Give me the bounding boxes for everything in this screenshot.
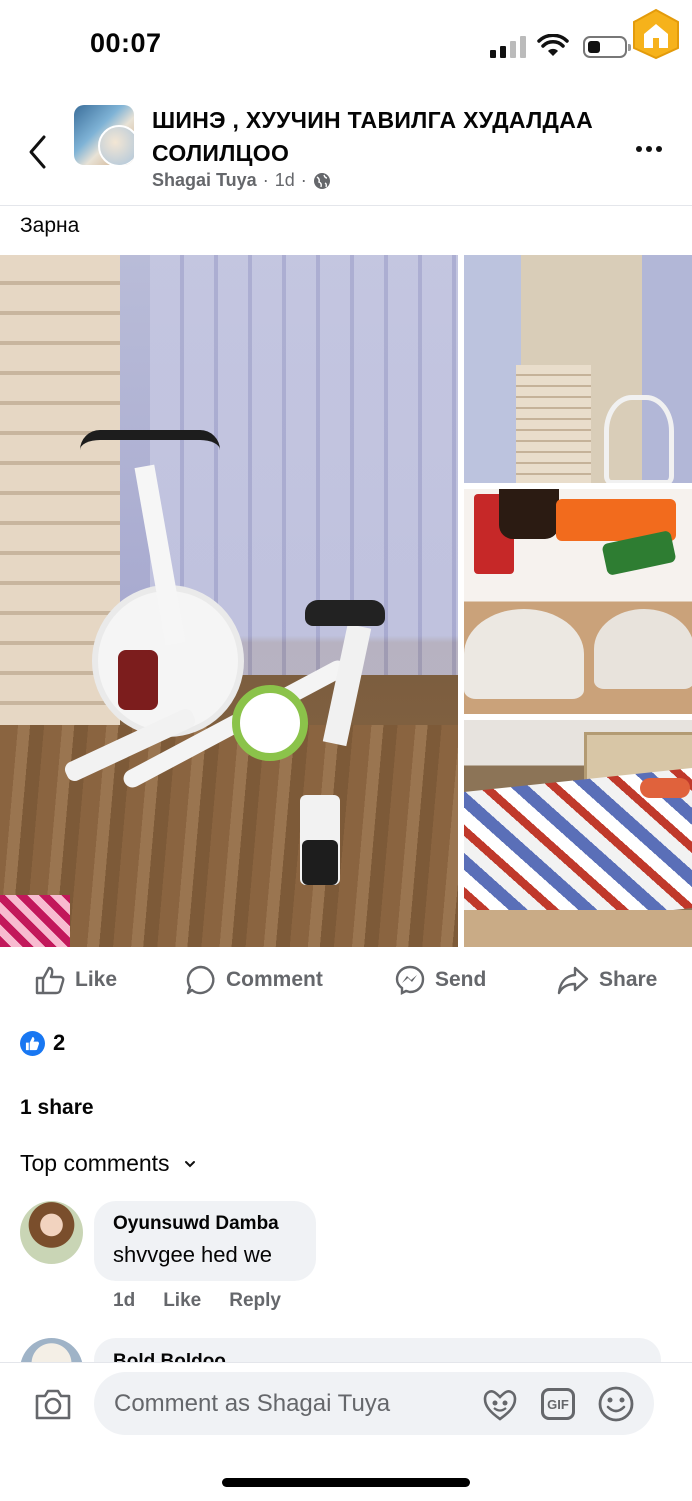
meta-separator: · [300, 170, 307, 190]
group-title[interactable]: ШИНЭ , ХУУЧИН ТАВИЛГА ХУДАЛДАА СОЛИЛЦОО [152, 104, 622, 170]
home-indicator[interactable] [222, 1478, 470, 1487]
battery-icon [583, 36, 631, 58]
post-photo-exercise-bike[interactable] [0, 255, 458, 947]
comment-sort-dropdown[interactable]: Top comments [20, 1150, 196, 1177]
group-avatar[interactable] [74, 105, 134, 165]
comment-age: 1d [113, 1290, 136, 1311]
post-photo-table[interactable] [464, 489, 692, 714]
post-action-bar: Like Comment Send Share [0, 955, 692, 1005]
send-button[interactable]: Send [394, 955, 486, 1005]
author-name[interactable]: Shagai Tuya [152, 170, 257, 191]
comment-label: Comment [226, 968, 323, 991]
globe-icon [313, 172, 330, 189]
share-button[interactable]: Share [556, 955, 657, 1005]
comment-reply-button[interactable]: Reply [229, 1290, 281, 1312]
send-label: Send [435, 968, 487, 991]
cellular-signal-icon [490, 36, 528, 58]
share-arrow-icon [557, 966, 589, 995]
sort-label: Top comments [20, 1150, 170, 1176]
wifi-icon [537, 34, 569, 56]
comment-button[interactable]: Comment [185, 955, 323, 1005]
status-time: 00:07 [90, 28, 162, 58]
share-count[interactable]: 1 share [20, 1096, 94, 1120]
like-label: Like [75, 968, 118, 991]
comment-like-button[interactable]: Like [163, 1290, 201, 1312]
comment-text: shvvgee hed we [113, 1242, 272, 1267]
more-options-icon[interactable] [636, 139, 666, 157]
meta-separator: · [262, 170, 269, 190]
post-meta: Shagai Tuya · 1d · [152, 170, 331, 191]
thumbs-up-icon [35, 966, 65, 995]
like-reaction-icon [20, 1030, 45, 1056]
post-text: Зарна [20, 214, 80, 237]
like-button[interactable]: Like [34, 955, 117, 1005]
post-age[interactable]: 1d [275, 170, 295, 191]
post-photo-wardrobe[interactable] [464, 255, 692, 483]
reaction-summary[interactable]: 2 [20, 1030, 65, 1056]
avatar-sticker-icon[interactable] [482, 1386, 518, 1422]
chevron-down-icon [184, 1160, 195, 1167]
home-app-icon [633, 8, 679, 60]
emoji-icon[interactable] [597, 1385, 635, 1423]
comment-bubble-icon [186, 965, 215, 995]
share-label: Share [599, 968, 658, 991]
post-photo-bed[interactable] [464, 720, 692, 947]
reaction-count: 2 [53, 1030, 66, 1055]
divider [0, 205, 692, 206]
comment-author[interactable]: Oyunsuwd Damba [113, 1213, 279, 1235]
gif-button[interactable]: GIF [541, 1388, 575, 1420]
avatar[interactable] [20, 1201, 83, 1264]
back-arrow-icon[interactable] [26, 134, 50, 170]
camera-icon[interactable] [33, 1386, 73, 1422]
comment-meta: 1d Like Reply [113, 1290, 309, 1312]
messenger-icon [395, 965, 425, 995]
